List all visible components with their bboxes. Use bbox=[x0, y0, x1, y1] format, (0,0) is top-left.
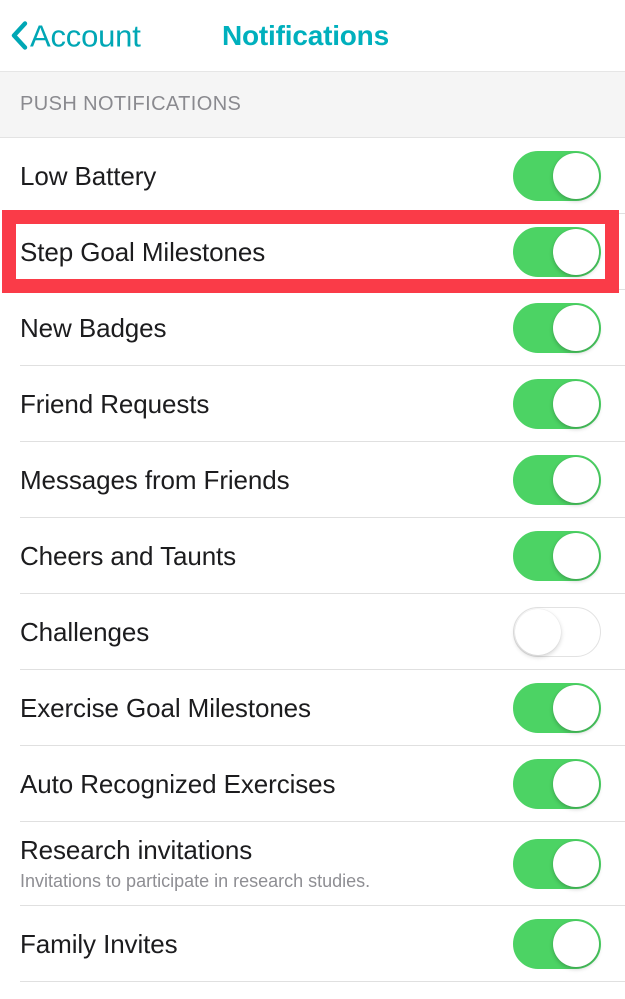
list-item-text: Cheers and Taunts bbox=[20, 541, 513, 572]
list-item-text: Step Goal Milestones bbox=[20, 237, 513, 268]
toggle-switch[interactable] bbox=[513, 379, 601, 429]
back-button[interactable]: Account bbox=[10, 20, 141, 51]
list-item[interactable]: Exercise Goal Milestones bbox=[0, 670, 625, 746]
toggle-switch[interactable] bbox=[513, 839, 601, 889]
list-item-text: Family Invites bbox=[20, 929, 513, 960]
toggle-knob bbox=[553, 153, 599, 199]
list-item-text: Exercise Goal Milestones bbox=[20, 693, 513, 724]
navigation-bar: Account Notifications bbox=[0, 0, 625, 72]
section-header-push-notifications: PUSH NOTIFICATIONS bbox=[0, 72, 625, 138]
list-item[interactable]: Challenges bbox=[0, 594, 625, 670]
toggle-knob bbox=[553, 841, 599, 887]
list-divider bbox=[20, 981, 625, 982]
toggle-knob bbox=[553, 921, 599, 967]
list-item-text: Messages from Friends bbox=[20, 465, 513, 496]
list-item-label: Family Invites bbox=[20, 928, 178, 959]
toggle-switch[interactable] bbox=[513, 303, 601, 353]
list-item[interactable]: Step Goal Milestones bbox=[0, 214, 625, 290]
toggle-switch[interactable] bbox=[513, 759, 601, 809]
list-item-text: Challenges bbox=[20, 617, 513, 648]
toggle-knob bbox=[553, 305, 599, 351]
list-item-subtitle: Invitations to participate in research s… bbox=[20, 870, 371, 891]
list-item-text: New Badges bbox=[20, 313, 513, 344]
list-item[interactable]: Family Invites bbox=[0, 906, 625, 982]
toggle-knob bbox=[553, 533, 599, 579]
toggle-knob bbox=[553, 457, 599, 503]
list-item-label: Messages from Friends bbox=[20, 464, 290, 495]
list-item-text: Research invitations Invitations to parti… bbox=[20, 835, 513, 893]
toggle-switch[interactable] bbox=[513, 683, 601, 733]
list-item-label: Cheers and Taunts bbox=[20, 540, 237, 571]
toggle-switch[interactable] bbox=[513, 919, 601, 969]
toggle-knob bbox=[515, 609, 561, 655]
chevron-left-icon bbox=[10, 21, 28, 51]
list-item-label: Research invitations bbox=[20, 834, 253, 865]
page-title: Notifications bbox=[222, 19, 389, 51]
list-item-label: Auto Recognized Exercises bbox=[20, 768, 336, 799]
toggle-knob bbox=[553, 685, 599, 731]
list-item-text: Low Battery bbox=[20, 161, 513, 192]
list-item-label: Friend Requests bbox=[20, 388, 210, 419]
list-item-label: New Badges bbox=[20, 312, 167, 343]
toggle-switch[interactable] bbox=[513, 455, 601, 505]
list-item-label: Challenges bbox=[20, 616, 150, 647]
toggle-knob bbox=[553, 761, 599, 807]
back-button-label: Account bbox=[30, 18, 141, 53]
list-item[interactable]: Low Battery bbox=[0, 138, 625, 214]
list-item[interactable]: New Badges bbox=[0, 290, 625, 366]
toggle-switch[interactable] bbox=[513, 607, 601, 657]
list-item-label: Step Goal Milestones bbox=[20, 236, 266, 267]
list-item-text: Friend Requests bbox=[20, 389, 513, 420]
list-item-text: Auto Recognized Exercises bbox=[20, 769, 513, 800]
list-item[interactable]: Research invitations Invitations to parti… bbox=[0, 822, 625, 906]
list-item[interactable]: Cheers and Taunts bbox=[0, 518, 625, 594]
toggle-knob bbox=[553, 381, 599, 427]
list-item-label: Exercise Goal Milestones bbox=[20, 692, 311, 723]
toggle-switch[interactable] bbox=[513, 531, 601, 581]
section-header-label: PUSH NOTIFICATIONS bbox=[20, 93, 242, 115]
toggle-knob bbox=[553, 229, 599, 275]
notification-settings-list: Low Battery Step Goal Milestones New Badge… bbox=[0, 138, 625, 982]
list-item[interactable]: Messages from Friends bbox=[0, 442, 625, 518]
list-item[interactable]: Friend Requests bbox=[0, 366, 625, 442]
list-item-label: Low Battery bbox=[20, 160, 157, 191]
toggle-switch[interactable] bbox=[513, 227, 601, 277]
toggle-switch[interactable] bbox=[513, 151, 601, 201]
list-item[interactable]: Auto Recognized Exercises bbox=[0, 746, 625, 822]
